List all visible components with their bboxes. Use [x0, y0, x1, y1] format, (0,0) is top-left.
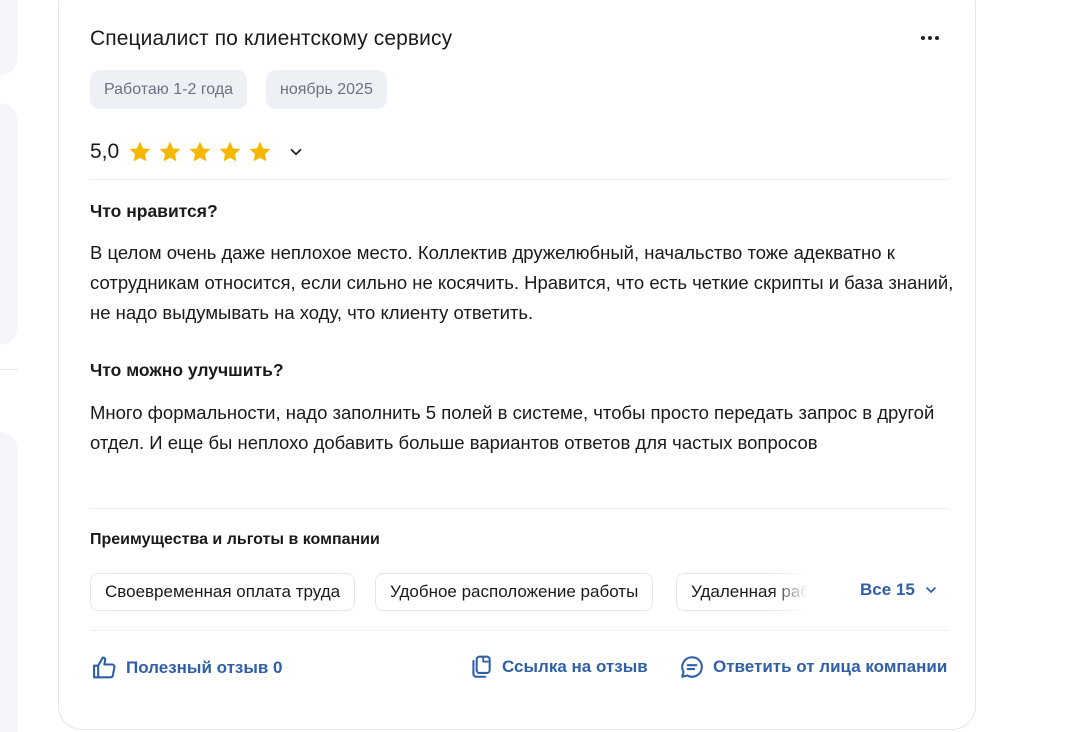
thumbs-up-icon — [93, 656, 116, 679]
star-icon — [249, 141, 271, 162]
more-icon[interactable] — [912, 26, 948, 50]
improve-heading: Что можно улучшить? — [90, 360, 284, 380]
star-icon — [219, 141, 241, 162]
chat-reply-icon — [681, 656, 703, 678]
star-icon — [159, 141, 181, 162]
side-panel-middle — [0, 103, 18, 345]
star-icon — [129, 141, 151, 162]
experience-tag: Работаю 1-2 года — [90, 70, 248, 109]
reply-as-company-label: Ответить от лица компании — [713, 657, 948, 676]
side-divider — [0, 369, 18, 370]
review-position-title: Специалист по клиентскому сервису — [90, 27, 453, 50]
rating-stars — [127, 139, 273, 165]
review-link-button[interactable]: Ссылка на отзыв — [468, 654, 648, 680]
rating-row: 5,0 — [90, 137, 305, 167]
likes-heading: Что нравится? — [90, 201, 218, 221]
chevron-down-icon — [925, 587, 936, 593]
benefits-heading: Преимущества и льготы в компании — [90, 531, 380, 548]
rating-value: 5,0 — [90, 140, 120, 163]
side-panel-top — [0, 0, 18, 75]
date-tag: ноябрь 2025 — [266, 70, 387, 109]
benefit-chip: Своевременная оплата труда — [90, 573, 356, 611]
copy-link-icon — [472, 655, 491, 678]
divider — [90, 508, 948, 509]
likes-text: В целом очень даже неплохое место. Колле… — [90, 242, 954, 323]
reply-as-company-button[interactable]: Ответить от лица компании — [679, 654, 947, 680]
show-all-benefits-button[interactable]: Все 15 — [860, 580, 939, 600]
chevron-down-icon[interactable] — [287, 143, 305, 161]
divider — [90, 630, 948, 631]
show-all-label: Все 15 — [860, 580, 915, 599]
divider — [90, 179, 948, 180]
benefit-chip: Удаленная работа — [676, 573, 808, 611]
side-panel-bottom — [0, 432, 18, 732]
helpful-review-label: Полезный отзыв 0 — [126, 658, 283, 677]
improve-text: Много формальности, надо заполнить 5 пол… — [90, 402, 935, 453]
star-icon — [189, 141, 211, 162]
helpful-review-button[interactable]: Полезный отзыв 0 — [90, 654, 283, 682]
review-link-label: Ссылка на отзыв — [502, 657, 648, 676]
benefit-chip: Удобное расположение работы — [375, 573, 654, 611]
